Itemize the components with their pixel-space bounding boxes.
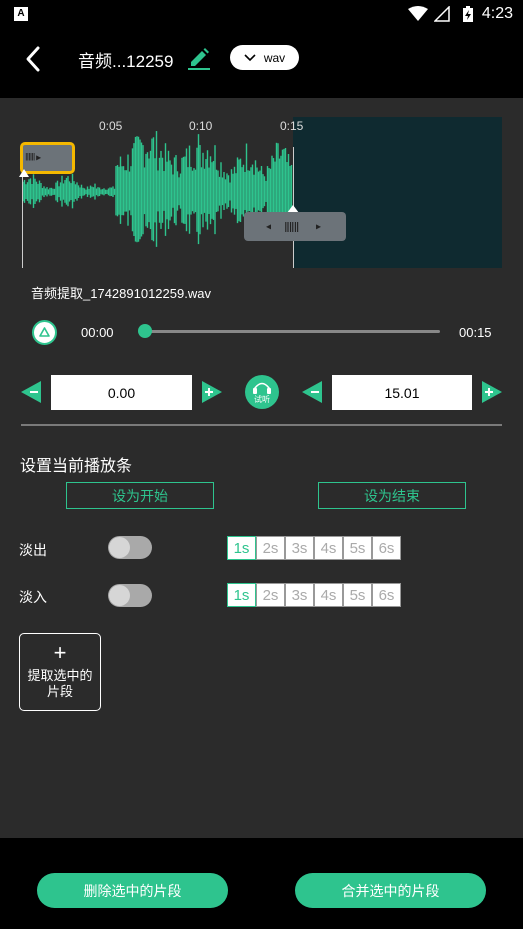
end-time-input[interactable]: [332, 375, 472, 410]
wifi-icon: [408, 6, 428, 21]
divider: [21, 424, 502, 426]
end-handle[interactable]: ◂ ‖‖‖ ▸: [244, 212, 346, 241]
start-time-input[interactable]: [51, 375, 192, 410]
format-value: wav: [263, 50, 286, 65]
fade-out-toggle[interactable]: [108, 536, 152, 559]
fade-in-label: 淡入: [19, 589, 47, 605]
grip-icon: ‖‖‖: [284, 218, 299, 235]
seek-bar[interactable]: [145, 330, 440, 333]
fade-in-option[interactable]: 1s: [227, 583, 256, 607]
fade-out-option[interactable]: 5s: [343, 536, 372, 560]
tick-label: 0:05: [99, 119, 123, 133]
tick-label: 0:15: [280, 119, 304, 133]
file-title: 音频...12259: [78, 52, 174, 71]
app-notification-icon: A: [14, 7, 28, 21]
toggle-knob: [109, 537, 130, 558]
fade-out-option[interactable]: 3s: [285, 536, 314, 560]
tick-label: 0:10: [189, 119, 213, 133]
end-increase-button[interactable]: [482, 381, 502, 403]
fade-out-option[interactable]: 2s: [256, 536, 285, 560]
fade-in-option[interactable]: 5s: [343, 583, 372, 607]
start-increase-button[interactable]: [202, 381, 222, 403]
edit-pencil-icon[interactable]: [186, 44, 212, 70]
back-arrow-icon[interactable]: [22, 44, 48, 74]
extract-label: 提取选中的片段: [27, 668, 93, 699]
battery-icon: [463, 6, 473, 22]
set-start-button[interactable]: 设为开始: [66, 482, 214, 509]
play-triangle-icon: [39, 327, 50, 337]
signal-icon: [434, 6, 450, 22]
section-title: 设置当前播放条: [20, 458, 133, 475]
listen-button[interactable]: 试听: [245, 375, 279, 409]
top-bar: 音频...12259 wav: [0, 28, 523, 98]
file-name: 音频提取_1742891012259.wav: [31, 286, 211, 301]
fade-out-label: 淡出: [19, 542, 47, 558]
delete-selection-button[interactable]: 删除选中的片段: [37, 873, 228, 908]
fade-out-duration-options: 1s 2s 3s 4s 5s 6s: [227, 536, 401, 560]
play-button[interactable]: [32, 320, 57, 345]
chevron-down-icon: [244, 53, 256, 61]
fade-in-duration-options: 1s 2s 3s 4s 5s 6s: [227, 583, 401, 607]
fade-in-option[interactable]: 4s: [314, 583, 343, 607]
fade-out-option[interactable]: 4s: [314, 536, 343, 560]
fade-out-option[interactable]: 1s: [227, 536, 256, 560]
fade-in-option[interactable]: 2s: [256, 583, 285, 607]
set-end-button[interactable]: 设为结束: [318, 482, 466, 509]
seek-thumb[interactable]: [138, 324, 152, 338]
toggle-knob: [109, 585, 130, 606]
format-dropdown[interactable]: wav: [230, 45, 299, 70]
listen-label: 试听: [254, 395, 270, 404]
current-time: 00:00: [81, 325, 114, 340]
waveform: [22, 131, 293, 247]
end-decrease-button[interactable]: [302, 381, 322, 403]
waveform-editor[interactable]: 0:05 0:10 0:15 ‖‖‖ ▸ ◂ ‖‖‖ ▸: [19, 117, 502, 268]
extract-selection-button[interactable]: + 提取选中的片段: [19, 633, 101, 711]
bottom-action-bar: 删除选中的片段 合并选中的片段: [0, 838, 523, 929]
plus-icon: +: [53, 640, 67, 665]
merge-selection-button[interactable]: 合并选中的片段: [295, 873, 486, 908]
start-decrease-button[interactable]: [21, 381, 41, 403]
right-arrow-icon: ▸: [316, 221, 321, 232]
duration: 00:15: [459, 325, 492, 340]
start-pointer-icon: [19, 169, 29, 177]
status-bar: A 4:23: [0, 0, 523, 28]
fade-in-option[interactable]: 3s: [285, 583, 314, 607]
fade-in-option[interactable]: 6s: [372, 583, 401, 607]
fade-out-option[interactable]: 6s: [372, 536, 401, 560]
clock: 4:23: [481, 5, 513, 22]
fade-in-toggle[interactable]: [108, 584, 152, 607]
left-arrow-icon: ◂: [266, 221, 271, 232]
grip-icon: ‖‖‖ ▸: [25, 152, 41, 164]
